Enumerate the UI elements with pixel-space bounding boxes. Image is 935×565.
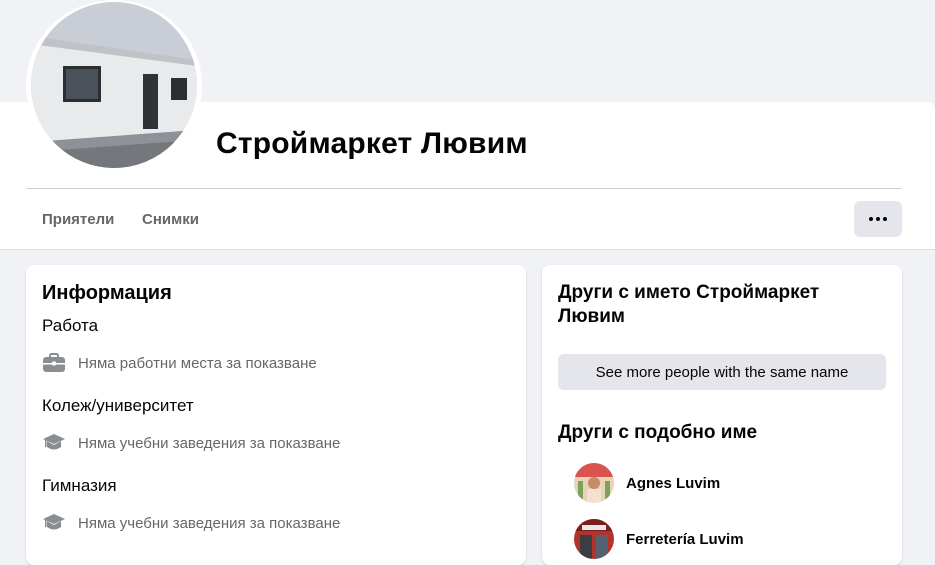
graduation-cap-icon [42, 432, 66, 454]
highschool-row: Няма учебни заведения за показване [42, 512, 340, 534]
work-row: Няма работни места за показване [42, 352, 317, 374]
avatar[interactable] [574, 463, 614, 503]
work-label: Работа [42, 316, 99, 335]
highschool-empty-text: Няма учебни заведения за показване [78, 514, 341, 532]
more-dot-icon [883, 217, 887, 221]
similar-name-title: Други с подобно име [558, 422, 758, 443]
more-options-button[interactable] [854, 201, 902, 237]
avatar[interactable] [574, 519, 614, 559]
list-item[interactable]: Ferretería Luvim [574, 519, 744, 559]
graduation-cap-icon [42, 512, 66, 534]
profile-avatar[interactable] [31, 2, 197, 168]
more-dot-icon [869, 217, 873, 221]
tab-friends[interactable]: Приятели [42, 211, 114, 228]
person-name[interactable]: Agnes Luvim [626, 475, 720, 492]
college-empty-text: Няма учебни заведения за показване [78, 434, 341, 452]
person-name[interactable]: Ferretería Luvim [626, 531, 744, 548]
list-item[interactable]: Agnes Luvim [574, 463, 720, 503]
others-card: Други с името Строймаркет Лювим See more… [542, 265, 902, 565]
same-name-title: Други с името Строймаркет Лювим [558, 282, 820, 327]
briefcase-icon [42, 352, 66, 374]
college-row: Няма учебни заведения за показване [42, 432, 340, 454]
tab-photos[interactable]: Снимки [142, 211, 199, 228]
info-card: Информация Работа Няма работни места за … [26, 265, 526, 565]
info-title: Информация [42, 282, 172, 304]
header-divider [26, 188, 902, 189]
more-dot-icon [876, 217, 880, 221]
see-more-people-button[interactable]: See more people with the same name [558, 354, 886, 390]
page-title: Строймаркет Лювим [216, 127, 528, 160]
work-empty-text: Няма работни места за показване [78, 354, 317, 372]
college-label: Колеж/университет [42, 396, 194, 415]
highschool-label: Гимназия [42, 476, 117, 495]
